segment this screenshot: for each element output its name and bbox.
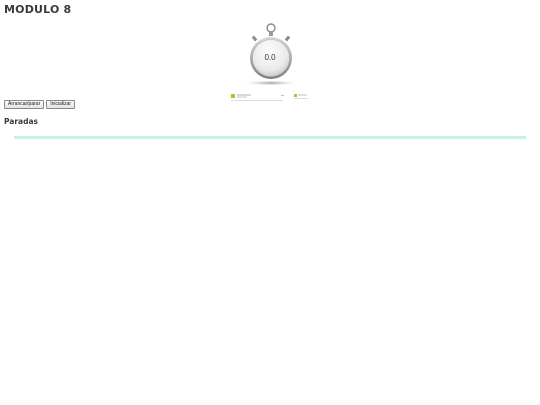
stopwatch-display: 0.0 bbox=[264, 53, 276, 62]
credit-text-line bbox=[237, 94, 251, 96]
credit-underline bbox=[231, 100, 283, 101]
credit-underline bbox=[294, 98, 308, 99]
stopwatch-shadow bbox=[241, 80, 301, 86]
credit-text-line bbox=[298, 94, 307, 96]
stopwatch-ring bbox=[266, 23, 276, 33]
credit-dot bbox=[281, 95, 284, 96]
laps-heading: Paradas bbox=[4, 117, 39, 126]
start-stop-button[interactable]: Arrancar/parar bbox=[4, 100, 45, 109]
credit-strip bbox=[231, 94, 308, 101]
stopwatch-right-button bbox=[284, 35, 291, 42]
credit-logo-icon bbox=[231, 94, 235, 98]
laps-list bbox=[14, 136, 526, 139]
stopwatch-left-button bbox=[251, 35, 258, 42]
reset-button[interactable]: Inicializar bbox=[46, 100, 76, 109]
credit-text-line bbox=[237, 96, 247, 98]
stopwatch-crown bbox=[269, 31, 273, 36]
credit-logo-icon bbox=[294, 94, 297, 97]
page-title: MODULO 8 bbox=[4, 3, 72, 16]
